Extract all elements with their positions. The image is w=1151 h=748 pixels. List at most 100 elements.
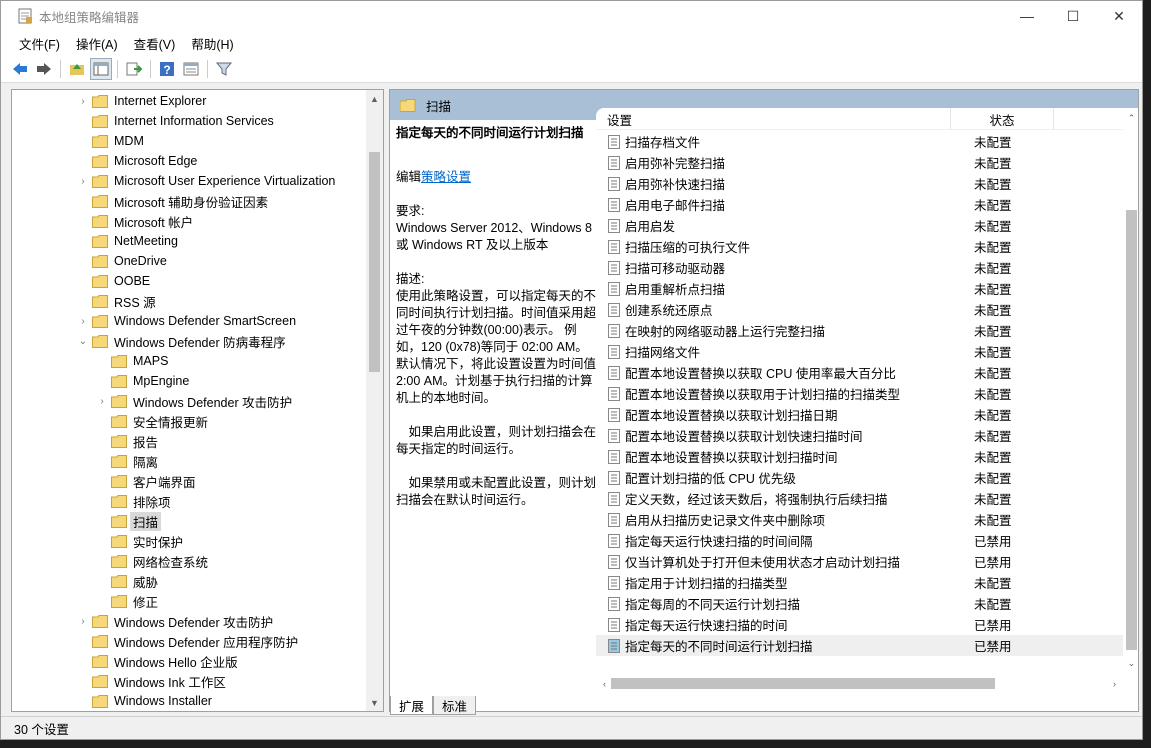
- policy-row[interactable]: 指定每天运行快速扫描的时间 已禁用: [596, 614, 1124, 635]
- tree-item[interactable]: › Internet Explorer: [12, 91, 368, 111]
- tree-item[interactable]: Internet Information Services: [12, 111, 368, 131]
- policy-name-cell: 指定每天运行快速扫描的时间: [596, 615, 974, 634]
- tree-vertical-scrollbar[interactable]: ▲ ▼: [366, 90, 383, 711]
- tree-item[interactable]: MAPS: [12, 351, 368, 371]
- policy-row[interactable]: 在映射的网络驱动器上运行完整扫描 未配置: [596, 320, 1124, 341]
- expand-icon[interactable]: ›: [77, 611, 89, 631]
- menu-view[interactable]: 查看(V): [126, 34, 184, 53]
- menu-action[interactable]: 操作(A): [68, 34, 126, 53]
- maximize-button[interactable]: ☐: [1050, 1, 1096, 31]
- tree-item[interactable]: › Windows Defender 攻击防护: [12, 611, 368, 631]
- policy-row[interactable]: 配置本地设置替换以获取 CPU 使用率最大百分比 未配置: [596, 362, 1124, 383]
- scroll-up-icon[interactable]: ▲: [366, 90, 383, 107]
- policy-row[interactable]: 扫描网络文件 未配置: [596, 341, 1124, 362]
- tree-item[interactable]: Windows Defender 应用程序防护: [12, 631, 368, 651]
- policy-row[interactable]: 启用重解析点扫描 未配置: [596, 278, 1124, 299]
- policy-row[interactable]: 启用启发 未配置: [596, 215, 1124, 236]
- tree-item[interactable]: 安全情报更新: [12, 411, 368, 431]
- tree-item[interactable]: Microsoft 帐户: [12, 211, 368, 231]
- console-tree[interactable]: › Internet Explorer Internet Information S…: [11, 89, 384, 712]
- policy-row[interactable]: 配置本地设置替换以获取计划扫描时间 未配置: [596, 446, 1124, 467]
- collapse-icon[interactable]: ⌄: [77, 331, 89, 351]
- tree-item[interactable]: › Windows Defender 攻击防护: [12, 391, 368, 411]
- tree-item[interactable]: › Microsoft User Experience Virtualizatio…: [12, 171, 368, 191]
- policy-row[interactable]: 扫描存档文件 未配置: [596, 131, 1124, 152]
- expand-icon[interactable]: ›: [77, 91, 89, 111]
- policy-row[interactable]: 配置计划扫描的低 CPU 优先级 未配置: [596, 467, 1124, 488]
- tree-item[interactable]: › Windows Defender SmartScreen: [12, 311, 368, 331]
- tab-standard[interactable]: 标准: [433, 696, 477, 715]
- folder-icon: [111, 434, 127, 448]
- help-button[interactable]: ?: [156, 58, 178, 80]
- tree-item[interactable]: 客户端界面: [12, 471, 368, 491]
- policy-state: 未配置: [974, 451, 1012, 465]
- expand-icon[interactable]: ›: [77, 171, 89, 191]
- tree-item[interactable]: RSS 源: [12, 291, 368, 311]
- export-list-button[interactable]: [123, 58, 145, 80]
- scroll-thumb[interactable]: [611, 678, 995, 689]
- list-vertical-scrollbar[interactable]: ⌃ ⌄: [1123, 110, 1138, 672]
- tree-item[interactable]: 报告: [12, 431, 368, 451]
- forward-button[interactable]: [33, 58, 55, 80]
- tree-item[interactable]: OOBE: [12, 271, 368, 291]
- tree-item[interactable]: 扫描: [12, 511, 368, 531]
- scroll-right-icon[interactable]: ›: [1106, 675, 1123, 692]
- policy-setting-icon: [608, 260, 620, 275]
- policy-row[interactable]: 配置本地设置替换以获取用于计划扫描的扫描类型 未配置: [596, 383, 1124, 404]
- back-button[interactable]: [9, 58, 31, 80]
- tree-item[interactable]: 威胁: [12, 571, 368, 591]
- expand-icon[interactable]: ›: [77, 311, 89, 331]
- scroll-thumb[interactable]: [1126, 210, 1137, 650]
- tree-item[interactable]: 排除项: [12, 491, 368, 511]
- list-horizontal-scrollbar[interactable]: ‹ ›: [596, 675, 1123, 692]
- tree-item[interactable]: MDM: [12, 131, 368, 151]
- tree-item[interactable]: 实时保护: [12, 531, 368, 551]
- tree-item[interactable]: 网络检查系统: [12, 551, 368, 571]
- policy-settings-link[interactable]: 策略设置: [421, 170, 471, 184]
- scroll-thumb[interactable]: [369, 152, 380, 372]
- tree-item[interactable]: ⌄ Windows Defender 防病毒程序: [12, 331, 368, 351]
- policy-row[interactable]: 启用弥补快速扫描 未配置: [596, 173, 1124, 194]
- tree-item-label: Internet Explorer: [114, 94, 207, 108]
- close-button[interactable]: ✕: [1096, 1, 1142, 31]
- menu-help[interactable]: 帮助(H): [183, 34, 241, 53]
- policy-row[interactable]: 指定每周的不同天运行计划扫描 未配置: [596, 593, 1124, 614]
- folder-icon: [111, 534, 127, 548]
- policy-row[interactable]: 配置本地设置替换以获取计划扫描日期 未配置: [596, 404, 1124, 425]
- tree-item[interactable]: OneDrive: [12, 251, 368, 271]
- policy-row[interactable]: 创建系统还原点 未配置: [596, 299, 1124, 320]
- up-level-button[interactable]: [66, 58, 88, 80]
- tab-extended[interactable]: 扩展: [390, 696, 434, 715]
- menu-file[interactable]: 文件(F): [11, 34, 68, 53]
- policy-row[interactable]: 指定每天运行快速扫描的时间间隔 已禁用: [596, 530, 1124, 551]
- column-header-setting[interactable]: 设置: [596, 107, 951, 130]
- filter-button[interactable]: [213, 58, 235, 80]
- tree-item[interactable]: Microsoft Edge: [12, 151, 368, 171]
- policy-row[interactable]: 定义天数，经过该天数后，将强制执行后续扫描 未配置: [596, 488, 1124, 509]
- policy-row[interactable]: 指定用于计划扫描的扫描类型 未配置: [596, 572, 1124, 593]
- policy-row[interactable]: 启用弥补完整扫描 未配置: [596, 152, 1124, 173]
- policy-row[interactable]: 指定每天的不同时间运行计划扫描 已禁用: [596, 635, 1124, 656]
- scroll-up-icon[interactable]: ⌃: [1123, 110, 1138, 127]
- column-header-state[interactable]: 状态: [951, 107, 1054, 130]
- policy-row[interactable]: 扫描压缩的可执行文件 未配置: [596, 236, 1124, 257]
- policy-row[interactable]: 启用电子邮件扫描 未配置: [596, 194, 1124, 215]
- tree-item[interactable]: NetMeeting: [12, 231, 368, 251]
- policy-row[interactable]: 仅当计算机处于打开但未使用状态才启动计划扫描 已禁用: [596, 551, 1124, 572]
- policy-row[interactable]: 配置本地设置替换以获取计划快速扫描时间 未配置: [596, 425, 1124, 446]
- tree-item[interactable]: Windows Ink 工作区: [12, 671, 368, 691]
- minimize-button[interactable]: —: [1004, 1, 1050, 31]
- policy-row[interactable]: 启用从扫描历史记录文件夹中删除项 未配置: [596, 509, 1124, 530]
- scroll-down-icon[interactable]: ▼: [366, 694, 383, 711]
- policy-row[interactable]: 扫描可移动驱动器 未配置: [596, 257, 1124, 278]
- tree-item[interactable]: Windows Hello 企业版: [12, 651, 368, 671]
- scroll-down-icon[interactable]: ⌄: [1123, 655, 1138, 672]
- show-hide-tree-button[interactable]: [90, 57, 112, 80]
- tree-item[interactable]: Windows Installer: [12, 691, 368, 711]
- tree-item[interactable]: MpEngine: [12, 371, 368, 391]
- tree-item[interactable]: 隔离: [12, 451, 368, 471]
- expand-icon[interactable]: ›: [96, 391, 108, 411]
- tree-item[interactable]: 修正: [12, 591, 368, 611]
- tree-item[interactable]: Microsoft 辅助身份验证因素: [12, 191, 368, 211]
- properties-button[interactable]: [180, 58, 202, 80]
